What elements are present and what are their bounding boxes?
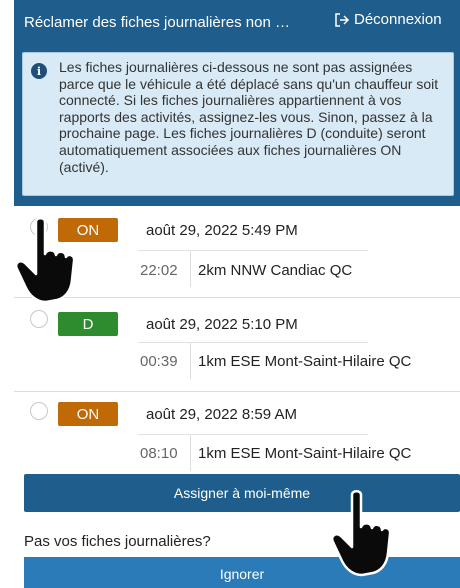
divider <box>138 250 368 251</box>
log-date: août 29, 2022 8:59 AM <box>146 406 297 423</box>
log-duration: 22:02 <box>140 262 178 279</box>
divider <box>190 251 191 287</box>
divider <box>138 342 368 343</box>
logout-icon <box>335 12 350 27</box>
banner-text: Les fiches journalières ci-dessous ne so… <box>59 59 439 175</box>
log-entry[interactable]: ON août 29, 2022 8:59 AM 08:10 1km ESE M… <box>14 392 460 472</box>
log-duration: 08:10 <box>140 445 178 462</box>
logout-button[interactable]: Déconnexion <box>334 11 442 28</box>
log-entry[interactable]: D août 29, 2022 5:10 PM 00:39 1km ESE Mo… <box>14 298 460 392</box>
log-duration: 00:39 <box>140 353 178 370</box>
status-badge: D <box>58 312 118 336</box>
log-date: août 29, 2022 5:10 PM <box>146 316 298 333</box>
banner-container: i Les fiches journalières ci-dessous ne … <box>14 44 460 206</box>
page-title: Réclamer des fiches journalières non … <box>24 14 290 31</box>
log-location: 1km ESE Mont-Saint-Hilaire QC <box>198 353 412 370</box>
assign-to-me-button[interactable]: Assigner à moi-même <box>24 474 460 512</box>
divider <box>138 434 368 435</box>
log-location: 2km NNW Candiac QC <box>198 262 353 279</box>
log-radio[interactable] <box>30 310 48 328</box>
ignore-button[interactable]: Ignorer <box>24 557 460 588</box>
log-entry[interactable]: ON août 29, 2022 5:49 PM 22:02 2km NNW C… <box>14 206 460 298</box>
log-location: 1km ESE Mont-Saint-Hilaire QC <box>198 445 412 462</box>
divider <box>190 435 191 471</box>
pointing-hand-icon <box>15 217 76 304</box>
app-header: Réclamer des fiches journalières non … D… <box>14 0 460 44</box>
pointing-hand-icon <box>331 490 392 577</box>
info-icon: i <box>31 63 47 79</box>
log-date: août 29, 2022 5:49 PM <box>146 222 298 239</box>
log-radio[interactable] <box>30 402 48 420</box>
status-badge: ON <box>58 402 118 426</box>
not-your-logs-label: Pas vos fiches journalières? <box>24 533 211 550</box>
divider <box>190 343 191 379</box>
info-banner: i Les fiches journalières ci-dessous ne … <box>22 52 454 196</box>
logout-label: Déconnexion <box>354 11 442 28</box>
